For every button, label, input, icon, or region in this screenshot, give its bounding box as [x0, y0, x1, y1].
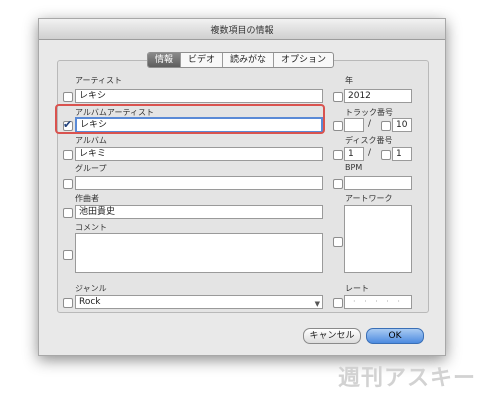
rating-checkbox[interactable] — [333, 298, 343, 308]
track-slash: / — [368, 119, 372, 129]
tab-options[interactable]: オプション — [274, 53, 333, 67]
highlight-annotation — [55, 104, 325, 134]
dropdown-arrow-icon: ▼ — [314, 300, 320, 308]
artist-label: アーティスト — [75, 76, 123, 85]
comments-checkbox[interactable] — [63, 250, 73, 260]
tab-reading[interactable]: 読みがな — [223, 53, 275, 67]
track-label: トラック番号 — [345, 108, 393, 117]
artist-checkbox[interactable] — [63, 92, 73, 102]
album-field[interactable]: レキミ — [75, 147, 323, 161]
track-checkbox[interactable] — [333, 121, 343, 131]
track-total-checkbox[interactable] — [381, 121, 391, 131]
year-checkbox[interactable] — [333, 92, 343, 102]
artwork-well[interactable] — [344, 205, 412, 273]
track-number-field[interactable] — [344, 118, 364, 132]
disc-total-checkbox[interactable] — [381, 150, 391, 160]
year-label: 年 — [345, 76, 353, 85]
genre-select[interactable]: Rock ▼ — [75, 295, 323, 309]
rating-label: レート — [345, 284, 369, 293]
album-label: アルバム — [75, 136, 107, 145]
disc-slash: / — [368, 148, 372, 158]
artwork-checkbox[interactable] — [333, 237, 343, 247]
disc-checkbox[interactable] — [333, 150, 343, 160]
composer-checkbox[interactable] — [63, 208, 73, 218]
genre-value: Rock — [79, 297, 101, 307]
tab-video[interactable]: ビデオ — [181, 53, 224, 67]
composer-label: 作曲者 — [75, 194, 99, 203]
bpm-label: BPM — [345, 163, 363, 172]
window-title: 複数項目の情報 — [210, 26, 274, 36]
ok-button[interactable]: OK — [366, 328, 424, 344]
genre-checkbox[interactable] — [63, 298, 73, 308]
album-checkbox[interactable] — [63, 150, 73, 160]
genre-label: ジャンル — [75, 284, 107, 293]
artwork-label: アートワーク — [345, 194, 393, 203]
disc-number-field[interactable]: 1 — [344, 147, 364, 161]
comments-field[interactable] — [75, 233, 323, 273]
year-field[interactable]: 2012 — [344, 89, 412, 103]
get-info-dialog: 複数項目の情報 情報 ビデオ 読みがな オプション アーティスト レキシ アルバ… — [38, 18, 446, 356]
track-total-field[interactable]: 10 — [392, 118, 412, 132]
grouping-checkbox[interactable] — [63, 179, 73, 189]
disc-total-field[interactable]: 1 — [392, 147, 412, 161]
title-bar: 複数項目の情報 — [39, 19, 445, 40]
tab-bar: 情報 ビデオ 読みがな オプション — [147, 52, 335, 68]
composer-field[interactable]: 池田貴史 — [75, 205, 323, 219]
comments-label: コメント — [75, 223, 107, 232]
watermark-logo: 週刊アスキー — [338, 366, 477, 391]
grouping-field[interactable] — [75, 176, 323, 190]
cancel-button[interactable]: キャンセル — [303, 328, 361, 344]
artist-field[interactable]: レキシ — [75, 89, 323, 103]
rating-field[interactable]: · · · · · — [344, 295, 412, 309]
disc-label: ディスク番号 — [345, 136, 393, 145]
bpm-field[interactable] — [344, 176, 412, 190]
grouping-label: グループ — [75, 164, 107, 173]
tab-info[interactable]: 情報 — [148, 53, 182, 67]
bpm-checkbox[interactable] — [333, 179, 343, 189]
